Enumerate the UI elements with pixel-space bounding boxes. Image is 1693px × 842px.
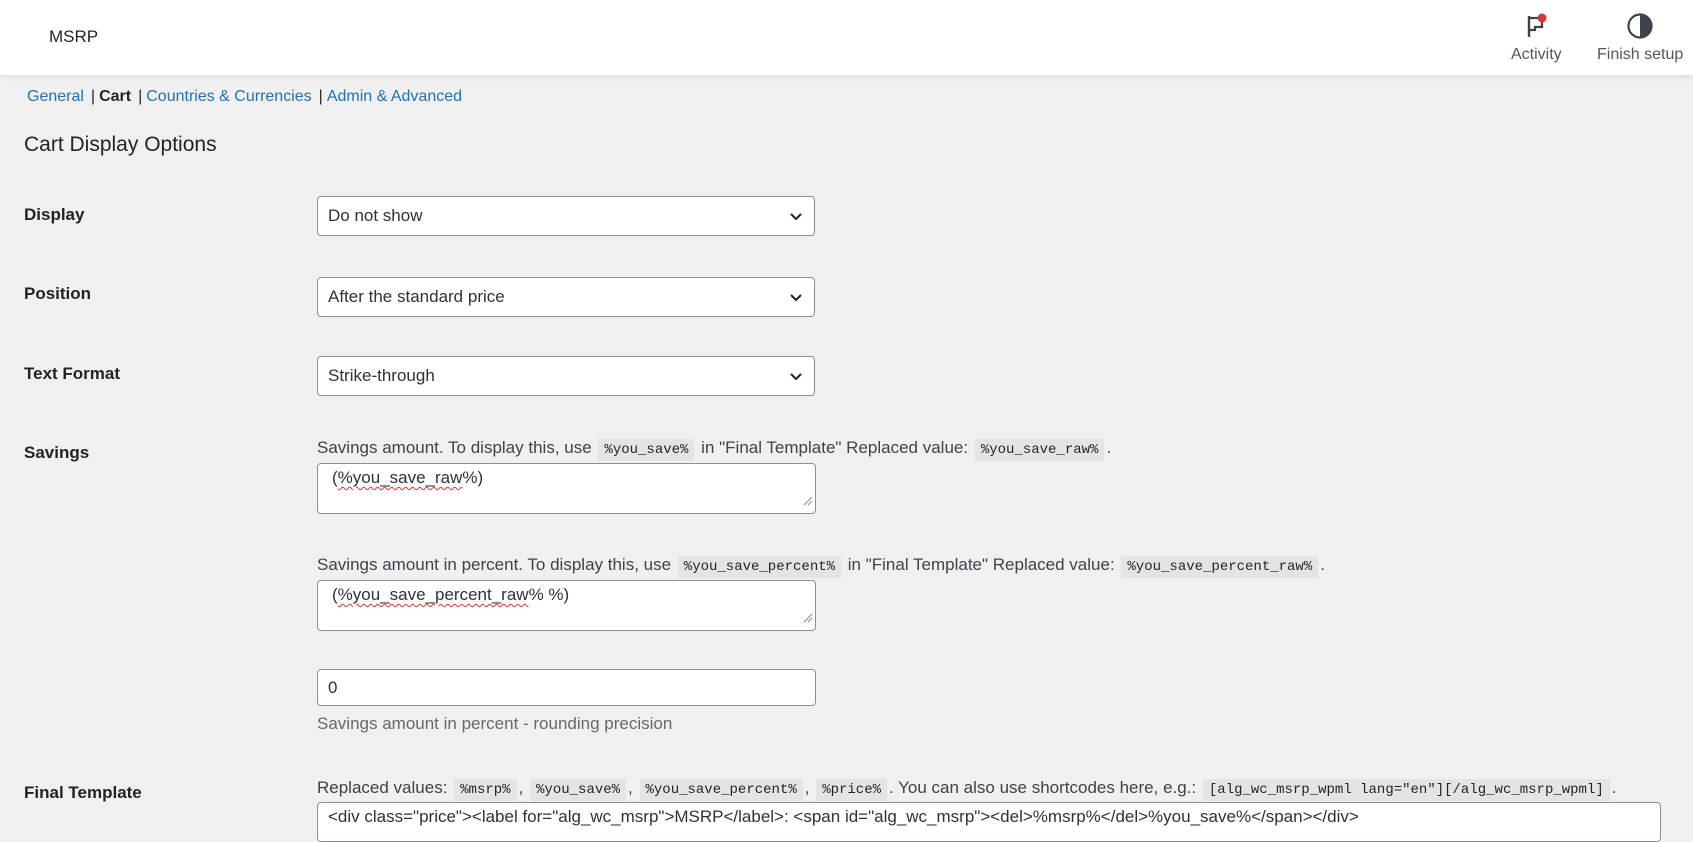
textarea-text: %) — [462, 468, 484, 487]
rounding-precision-input[interactable]: 0 — [317, 669, 816, 706]
final-template-textarea[interactable]: <div class="price"><label for="alg_wc_ms… — [317, 802, 1661, 842]
activity-button[interactable]: Activity — [1511, 10, 1562, 64]
code-you-save: %you_save% — [598, 439, 695, 461]
desc-text: . You can also use shortcodes here, e.g.… — [889, 778, 1197, 797]
desc-text: Savings amount in percent. To display th… — [317, 555, 672, 574]
text-format-select-value: Strike-through — [328, 366, 435, 385]
display-select[interactable]: Do not show — [317, 196, 815, 236]
final-template-value: <div class="price"><label for="alg_wc_ms… — [328, 807, 1359, 826]
code-shortcode-example: [alg_wc_msrp_wpml lang="en"][/alg_wc_msr… — [1202, 779, 1610, 801]
resize-handle-icon[interactable] — [803, 491, 813, 511]
desc-text: . — [1611, 778, 1617, 797]
code-you-save: %you_save% — [530, 779, 627, 801]
tab-separator: | — [90, 88, 96, 105]
tab-separator: | — [138, 88, 143, 105]
savings-percent-description: Savings amount in percent. To display th… — [317, 555, 1325, 578]
chevron-down-icon — [788, 290, 804, 311]
text-format-label: Text Format — [24, 364, 121, 383]
tab-separator: | — [318, 88, 323, 105]
textarea-text: %you_save_percent_raw — [337, 585, 529, 604]
flag-icon — [1524, 10, 1548, 42]
chevron-down-icon — [788, 209, 804, 230]
display-select-value: Do not show — [328, 206, 423, 225]
savings-label: Savings — [24, 443, 90, 462]
finish-setup-button[interactable]: Finish setup — [1597, 10, 1683, 64]
section-heading: Cart Display Options — [24, 133, 217, 156]
code-price: %price% — [816, 779, 887, 801]
savings-amount-description: Savings amount. To display this, use %yo… — [317, 438, 1112, 461]
finish-setup-label: Finish setup — [1597, 46, 1684, 63]
settings-tabs: General | Cart | Countries & Currencies | Admi… — [27, 88, 462, 106]
rounding-precision-hint: Savings amount in percent - rounding pre… — [317, 714, 673, 733]
activity-label: Activity — [1511, 46, 1562, 63]
tab-admin-advanced[interactable]: Admin & Advanced — [327, 88, 462, 105]
code-you-save-raw: %you_save_raw% — [974, 439, 1105, 461]
desc-text: Replaced values: — [317, 778, 448, 797]
final-template-description: Replaced values: %msrp%, %you_save%, %yo… — [317, 778, 1617, 801]
textarea-text: %you_save_raw — [337, 468, 463, 487]
chevron-down-icon — [788, 369, 804, 390]
position-label: Position — [24, 284, 92, 303]
desc-text: Savings amount. To display this, use — [317, 438, 592, 457]
position-select-value: After the standard price — [328, 287, 505, 306]
top-bar: MSRP Activity Finish setup — [0, 0, 1693, 75]
display-label: Display — [24, 205, 85, 224]
rounding-precision-value: 0 — [328, 677, 338, 697]
code-you-save-percent-raw: %you_save_percent_raw% — [1121, 556, 1319, 578]
tab-countries-currencies[interactable]: Countries & Currencies — [146, 88, 311, 105]
desc-text: in "Final Template" Replaced value: — [701, 438, 969, 457]
code-you-save-percent: %you_save_percent% — [639, 779, 803, 801]
code-you-save-percent: %you_save_percent% — [677, 556, 842, 578]
desc-text: in "Final Template" Replaced value: — [847, 555, 1115, 574]
tab-general[interactable]: General — [27, 88, 84, 105]
final-template-label: Final Template — [24, 783, 142, 802]
resize-handle-icon[interactable] — [803, 608, 813, 628]
savings-amount-textarea[interactable]: (%you_save_raw%) — [317, 463, 816, 514]
textarea-text: % %) — [528, 585, 570, 604]
savings-percent-textarea[interactable]: (%you_save_percent_raw% %) — [317, 580, 816, 631]
page-title: MSRP — [49, 27, 99, 46]
text-format-select[interactable]: Strike-through — [317, 356, 815, 396]
code-msrp: %msrp% — [454, 779, 517, 801]
position-select[interactable]: After the standard price — [317, 277, 815, 317]
half-circle-icon — [1626, 10, 1654, 42]
tab-cart[interactable]: Cart — [99, 88, 131, 105]
desc-text: . — [1106, 438, 1112, 457]
desc-text: . — [1320, 555, 1325, 574]
